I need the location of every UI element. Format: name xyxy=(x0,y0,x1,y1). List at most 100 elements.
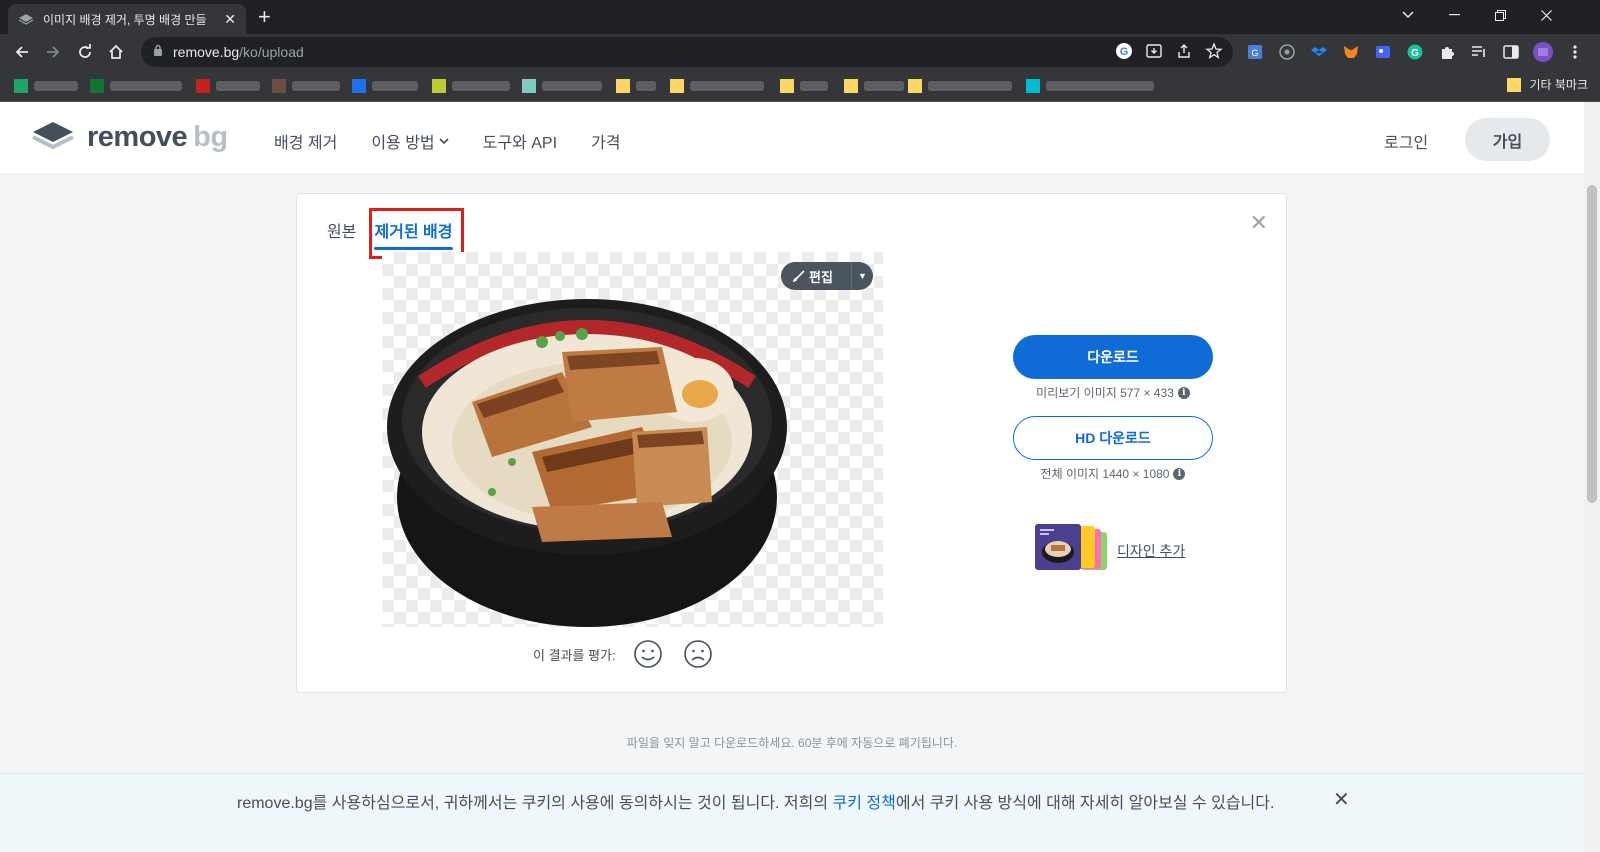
bookmark-folder[interactable] xyxy=(616,79,656,93)
google-translate-icon[interactable]: G xyxy=(1115,42,1133,65)
forward-arrow-icon[interactable] xyxy=(41,40,65,64)
info-icon[interactable]: i xyxy=(1173,467,1186,480)
folder-icon xyxy=(780,79,794,93)
folder-icon xyxy=(844,79,858,93)
tab-close-icon[interactable]: ✕ xyxy=(224,11,236,28)
other-bookmarks-label: 기타 북마크 xyxy=(1529,78,1588,92)
cookie-text: remove.bg를 사용하심으로서, 귀하께서는 쿠키의 사용에 동의하시는 … xyxy=(237,792,1327,816)
edit-button-label: 편집 xyxy=(809,269,833,285)
bookmark-folder[interactable] xyxy=(780,79,828,93)
restore-button[interactable] xyxy=(1477,0,1523,30)
image-extension-icon[interactable] xyxy=(1371,40,1395,64)
bookmark-favicon-icon xyxy=(1026,79,1040,93)
rate-result: 이 결과를 평가: xyxy=(533,636,716,672)
back-arrow-icon[interactable] xyxy=(10,40,34,64)
tab-search-chevron-icon[interactable] xyxy=(1385,0,1431,30)
nav-remove-background[interactable]: 배경 제거 xyxy=(274,129,337,153)
auto-delete-notice: 파일을 잊지 말고 다운로드하세요. 60분 후에 자동으로 폐기됩니다. xyxy=(626,736,958,750)
removebg-logo[interactable]: remove bg xyxy=(31,120,228,155)
bookmark-folder[interactable] xyxy=(844,79,904,93)
scrollbar-thumb[interactable] xyxy=(1587,185,1597,503)
bookmark-item[interactable] xyxy=(432,79,510,93)
design-cards-icon xyxy=(1035,524,1109,577)
close-icon[interactable]: ✕ xyxy=(1250,210,1268,236)
browser-tab-active[interactable]: 이미지 배경 제거, 투명 배경 만들 ✕ xyxy=(8,4,246,34)
address-bar[interactable]: remove.bg/ko/upload G xyxy=(141,37,1233,67)
bookmark-item[interactable] xyxy=(90,79,182,93)
svg-text:G: G xyxy=(1411,48,1419,59)
svg-text:G: G xyxy=(1251,48,1258,58)
menu-kebab-icon[interactable] xyxy=(1563,40,1587,64)
frown-face-icon[interactable] xyxy=(680,636,716,672)
extensions-puzzle-icon[interactable] xyxy=(1435,40,1459,64)
signup-button[interactable]: 가입 xyxy=(1465,118,1550,161)
result-image-preview[interactable]: 편집 ▼ xyxy=(382,252,883,627)
other-bookmarks[interactable]: 기타 북마크 xyxy=(1507,76,1588,93)
tab-original[interactable]: 원본 xyxy=(327,218,356,242)
edit-button[interactable]: 편집 ▼ xyxy=(781,262,873,290)
logo-text: remove bg xyxy=(87,121,228,154)
share-icon[interactable] xyxy=(1175,42,1193,65)
close-window-button[interactable] xyxy=(1523,0,1569,30)
login-link[interactable]: 로그인 xyxy=(1384,129,1428,153)
tree-extension-icon[interactable] xyxy=(1275,40,1299,64)
profile-avatar[interactable] xyxy=(1531,40,1555,64)
folder-icon xyxy=(670,79,684,93)
nav-how-to-use[interactable]: 이용 방법 xyxy=(371,129,449,153)
side-panel-icon[interactable] xyxy=(1499,40,1523,64)
bookmark-item[interactable] xyxy=(352,79,418,93)
hd-download-info-text: 전체 이미지 1440 × 1080 xyxy=(1040,467,1170,481)
hd-download-button[interactable]: HD 다운로드 xyxy=(1013,416,1213,460)
bookmark-item[interactable] xyxy=(14,79,78,93)
home-icon[interactable] xyxy=(104,40,128,64)
cookie-policy-link[interactable]: 쿠키 정책 xyxy=(833,795,896,812)
bookmark-folder[interactable] xyxy=(908,79,1012,93)
metamask-fox-icon[interactable] xyxy=(1339,40,1363,64)
bookmark-favicon-icon xyxy=(522,79,536,93)
edit-dropdown-caret-icon[interactable]: ▼ xyxy=(851,262,873,290)
site-header: remove bg 배경 제거 이용 방법 도구와 API 가격 로그인 가입 xyxy=(0,102,1600,175)
bookmark-item[interactable] xyxy=(522,79,602,93)
nav-how-to-use-label: 이용 방법 xyxy=(371,135,435,152)
url-path: /ko/upload xyxy=(239,44,304,60)
bookmark-item[interactable] xyxy=(272,79,340,93)
bookmark-favicon-icon xyxy=(432,79,446,93)
chevron-down-icon xyxy=(439,137,449,144)
browser-tab-strip: 이미지 배경 제거, 투명 배경 만들 ✕ + xyxy=(0,0,1600,34)
nav-pricing[interactable]: 가격 xyxy=(591,129,620,153)
removebg-logo-icon xyxy=(31,120,75,155)
bookmark-favicon-icon xyxy=(196,79,210,93)
grammarly-icon[interactable]: G xyxy=(1403,40,1427,64)
smile-face-icon[interactable] xyxy=(630,636,666,672)
cookie-close-icon[interactable]: ✕ xyxy=(1333,787,1350,812)
bookmark-folder[interactable] xyxy=(670,79,764,93)
result-card: 원본 제거된 배경 ✕ 편집 ▼ 이 결과를 평가: 다운로드 미리보기 이미지… xyxy=(296,193,1287,693)
svg-text:G: G xyxy=(1120,46,1129,58)
logo-text-accent: bg xyxy=(193,121,228,153)
bookmark-item[interactable] xyxy=(196,79,260,93)
bookmark-item[interactable] xyxy=(1026,79,1154,93)
ramen-bowl-image xyxy=(387,299,787,627)
url-host: remove.bg xyxy=(173,44,240,60)
reload-icon[interactable] xyxy=(73,40,97,64)
main-nav: 배경 제거 이용 방법 도구와 API 가격 xyxy=(274,129,621,153)
bookmarks-bar: 기타 북마크 xyxy=(0,70,1600,102)
cookie-banner: remove.bg를 사용하심으로서, 귀하께서는 쿠키의 사용에 동의하시는 … xyxy=(0,773,1584,852)
install-app-icon[interactable] xyxy=(1145,42,1163,65)
download-button[interactable]: 다운로드 xyxy=(1013,335,1213,379)
dropbox-extension-icon[interactable] xyxy=(1307,40,1331,64)
nav-tools-api[interactable]: 도구와 API xyxy=(483,129,557,153)
reading-list-icon[interactable] xyxy=(1467,40,1491,64)
folder-icon xyxy=(908,79,922,93)
folder-icon xyxy=(1507,77,1522,92)
bookmark-star-icon[interactable] xyxy=(1205,42,1223,65)
folder-icon xyxy=(616,79,630,93)
minimize-button[interactable] xyxy=(1431,0,1477,30)
translate-extension-icon[interactable]: G xyxy=(1243,40,1267,64)
add-design-link[interactable]: 디자인 추가 xyxy=(1035,524,1185,577)
lock-icon xyxy=(153,43,163,61)
new-tab-button[interactable]: + xyxy=(258,4,271,30)
info-icon[interactable]: i xyxy=(1177,386,1190,399)
removebg-favicon-icon xyxy=(18,11,34,27)
download-info: 미리보기 이미지 577 × 433 i xyxy=(1013,384,1213,401)
